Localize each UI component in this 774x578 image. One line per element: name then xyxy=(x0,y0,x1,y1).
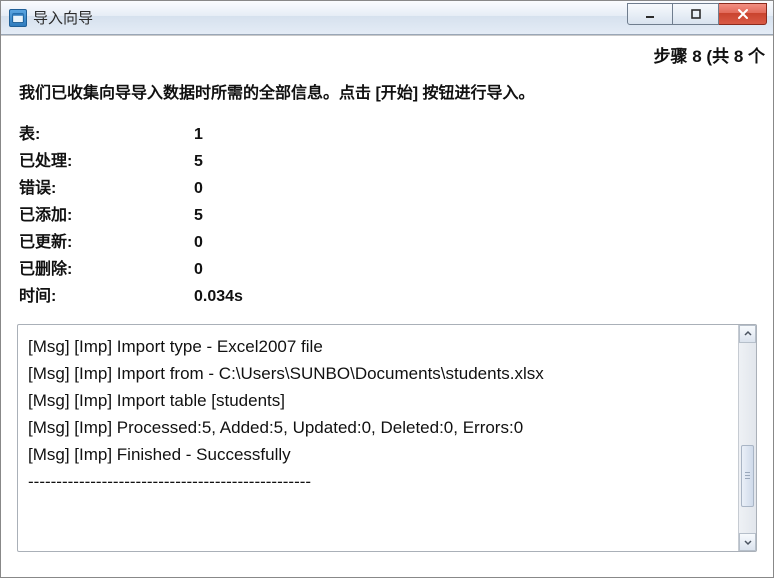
stats-row: 已处理: 5 xyxy=(19,148,755,175)
step-indicator: 步骤 8 (共 8 个 xyxy=(1,36,773,67)
stats-label: 已添加: xyxy=(19,202,194,229)
stats-value: 0 xyxy=(194,256,203,283)
stats-row: 已添加: 5 xyxy=(19,202,755,229)
log-line: ----------------------------------------… xyxy=(28,472,311,491)
stats-value: 0.034s xyxy=(194,283,243,310)
chevron-down-icon xyxy=(744,538,752,546)
wizard-content: 步骤 8 (共 8 个 我们已收集向导导入数据时所需的全部信息。点击 [开始] … xyxy=(1,35,773,577)
scrollbar[interactable] xyxy=(738,325,756,551)
stats-row: 时间: 0.034s xyxy=(19,283,755,310)
stats-value: 0 xyxy=(194,175,203,202)
title-bar: 导入向导 xyxy=(1,1,773,35)
window-title: 导入向导 xyxy=(33,7,93,28)
stats-value: 5 xyxy=(194,202,203,229)
app-icon xyxy=(9,9,27,27)
scroll-up-button[interactable] xyxy=(739,325,756,343)
stats-label: 已删除: xyxy=(19,256,194,283)
stats-label: 表: xyxy=(19,121,194,148)
stats-label: 已处理: xyxy=(19,148,194,175)
stats-label: 时间: xyxy=(19,283,194,310)
log-output[interactable]: [Msg] [Imp] Import type - Excel2007 file… xyxy=(18,325,738,551)
stats-value: 0 xyxy=(194,229,203,256)
log-line: [Msg] [Imp] Import table [students] xyxy=(28,391,285,410)
log-panel: [Msg] [Imp] Import type - Excel2007 file… xyxy=(17,324,757,552)
scroll-down-button[interactable] xyxy=(739,533,756,551)
stats-value: 5 xyxy=(194,148,203,175)
stats-row: 表: 1 xyxy=(19,121,755,148)
minimize-icon xyxy=(644,8,656,20)
maximize-icon xyxy=(690,8,702,20)
stats-row: 已删除: 0 xyxy=(19,256,755,283)
log-line: [Msg] [Imp] Finished - Successfully xyxy=(28,445,291,464)
stats-label: 已更新: xyxy=(19,229,194,256)
instruction-text: 我们已收集向导导入数据时所需的全部信息。点击 [开始] 按钮进行导入。 xyxy=(1,67,773,121)
maximize-button[interactable] xyxy=(673,3,719,25)
log-line: [Msg] [Imp] Import type - Excel2007 file xyxy=(28,337,323,356)
scroll-thumb[interactable] xyxy=(741,445,754,507)
stats-table: 表: 1 已处理: 5 错误: 0 已添加: 5 已更新: 0 已删除: 0 时… xyxy=(1,121,773,320)
log-line: [Msg] [Imp] Import from - C:\Users\SUNBO… xyxy=(28,364,544,383)
chevron-up-icon xyxy=(744,330,752,338)
close-button[interactable] xyxy=(719,3,767,25)
log-line: [Msg] [Imp] Processed:5, Added:5, Update… xyxy=(28,418,523,437)
close-icon xyxy=(737,8,749,20)
minimize-button[interactable] xyxy=(627,3,673,25)
window-controls xyxy=(627,7,767,29)
stats-row: 已更新: 0 xyxy=(19,229,755,256)
stats-label: 错误: xyxy=(19,175,194,202)
stats-value: 1 xyxy=(194,121,203,148)
stats-row: 错误: 0 xyxy=(19,175,755,202)
